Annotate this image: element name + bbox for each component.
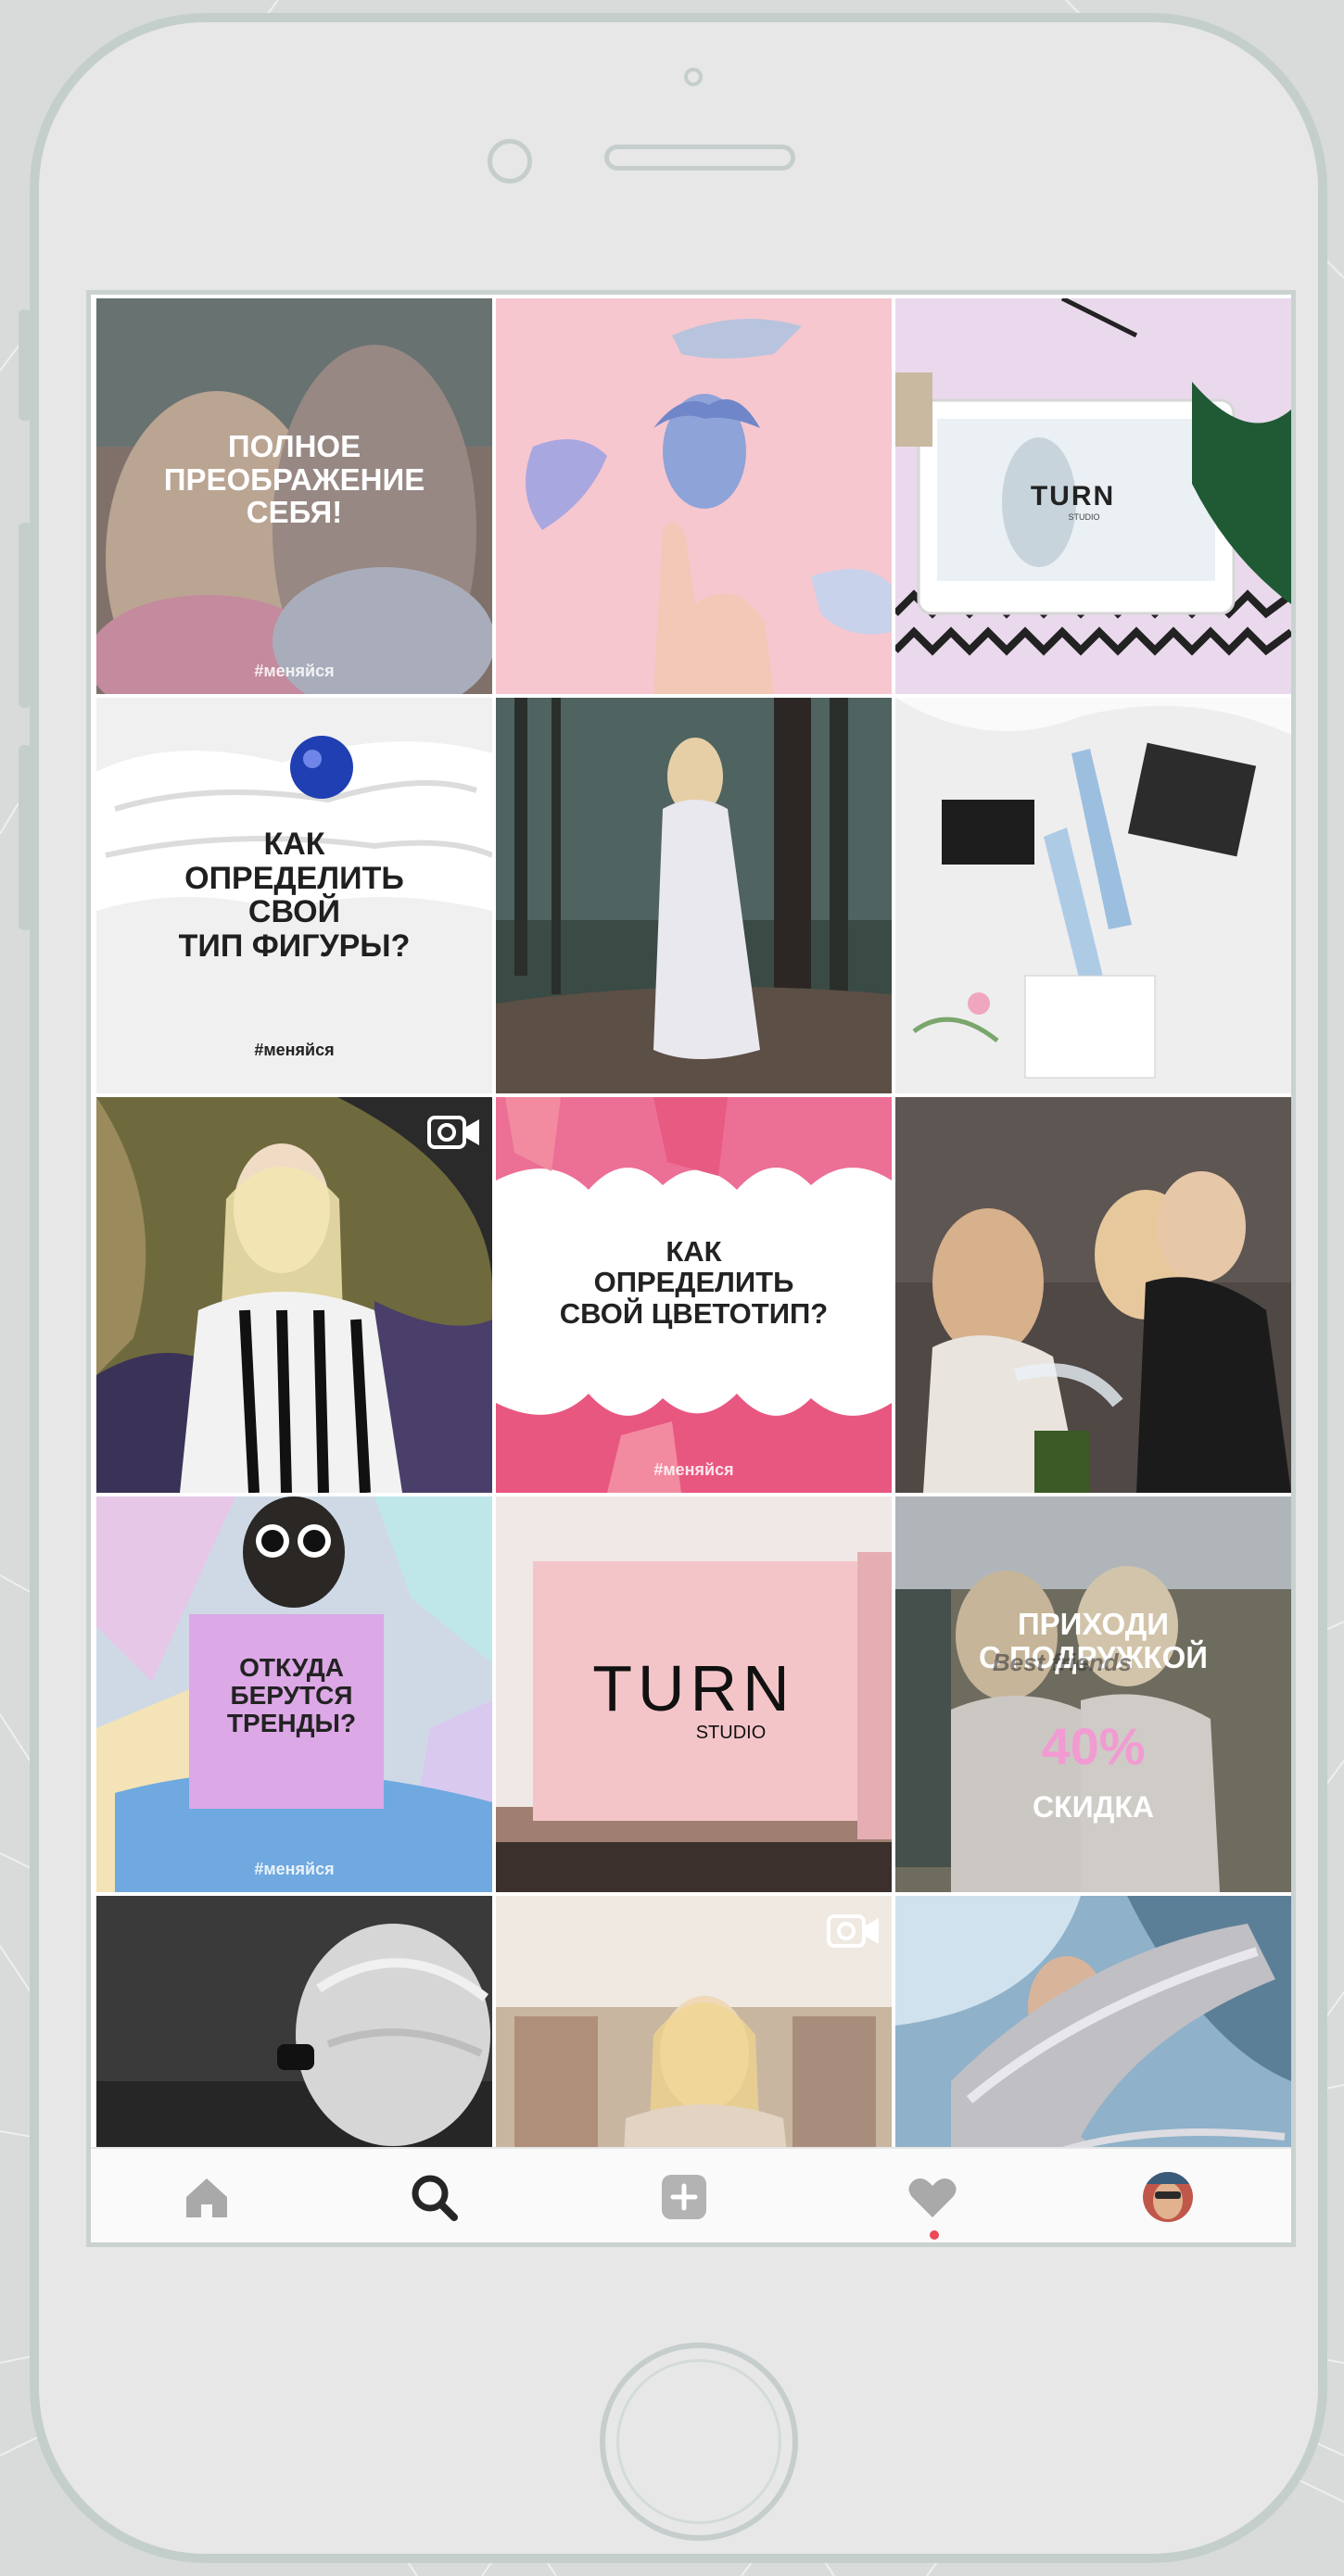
photo-grid-viewport[interactable]: ПОЛНОЕ ПРЕОБРАЖЕНИЕ СЕБЯ! #меняйся TURN … [91,295,1291,2153]
bottom-tab-bar [91,2147,1291,2242]
post-photo [895,1896,1291,2153]
post-tile[interactable]: TURN STUDIO [496,1496,892,1892]
post-tile[interactable]: КАК ОПРЕДЕЛИТЬ СВОЙ ТИП ФИГУРЫ? #меняйся [96,698,492,1093]
phone-side-button [19,309,32,421]
post-tile[interactable] [96,1097,492,1493]
phone-volume-down [19,745,32,930]
post-tile[interactable] [96,1896,492,2153]
post-tile[interactable]: ОТКУДА БЕРУТСЯ ТРЕНДЫ? #меняйся [96,1496,492,1892]
tab-home[interactable] [179,2169,235,2225]
post-photo [96,1896,492,2153]
post-logo: TURN [1030,481,1116,511]
home-button-ring [616,2359,781,2524]
post-tile[interactable] [496,1896,892,2153]
post-shirt-text: Best friends [992,1648,1133,1676]
post-caption: КАК ОПРЕДЕЛИТЬ СВОЙ ЦВЕТОТИП? [559,1235,829,1330]
home-icon [186,2178,227,2217]
video-icon [427,1116,479,1149]
post-tile[interactable] [895,1896,1291,2153]
post-photo [96,1097,492,1493]
post-caption: ПОЛНОЕ ПРЕОБРАЖЕНИЕ СЕБЯ! [163,429,425,530]
post-tile[interactable]: КАК ОПРЕДЕЛИТЬ СВОЙ ЦВЕТОТИП? #меняйся [496,1097,892,1493]
post-logo-sub: STUDIO [695,1723,767,1743]
post-caption: КАК ОПРЕДЕЛИТЬ СВОЙ ТИП ФИГУРЫ? [178,827,411,965]
add-post-icon [662,2175,706,2219]
earpiece-speaker [604,145,795,170]
front-camera [488,139,532,183]
post-photo [496,698,892,1093]
post-hashtag: #меняйся [254,1041,335,1059]
search-icon [412,2175,458,2221]
notification-dot [930,2230,939,2240]
post-photo [895,698,1291,1093]
video-icon [827,1914,879,1948]
post-tile[interactable] [496,298,892,694]
photo-grid: ПОЛНОЕ ПРЕОБРАЖЕНИЕ СЕБЯ! #меняйся TURN … [96,298,1291,2153]
post-tile[interactable]: ПОЛНОЕ ПРЕОБРАЖЕНИЕ СЕБЯ! #меняйся [96,298,492,694]
post-logo-sub: STUDIO [1068,512,1100,522]
post-hashtag: #меняйся [254,1860,335,1878]
post-photo [895,1097,1291,1493]
tab-activity[interactable] [905,2169,960,2240]
home-button[interactable] [600,2342,798,2541]
post-tile[interactable]: ПРИХОДИ С ПОДРУЖКОЙ Best friends 40% СКИ… [895,1496,1291,1892]
post-tile[interactable] [496,698,892,1093]
post-tile[interactable] [895,698,1291,1093]
profile-avatar [1143,2172,1193,2222]
post-logo: TURN [592,1652,795,1724]
phone-volume-up [19,523,32,708]
proximity-sensor [684,68,703,86]
post-tile[interactable] [895,1097,1291,1493]
tab-search[interactable] [406,2169,462,2225]
post-caption: ОТКУДА БЕРУТСЯ ТРЕНДЫ? [226,1653,357,1738]
post-photo [895,1496,1291,1892]
heart-icon [908,2178,957,2217]
post-photo [496,298,892,694]
tab-new-post[interactable] [656,2169,712,2225]
tab-profile[interactable] [1140,2169,1196,2225]
post-hashtag: #меняйся [653,1460,734,1479]
instagram-explore-screen: ПОЛНОЕ ПРЕОБРАЖЕНИЕ СЕБЯ! #меняйся TURN … [86,290,1296,2247]
discount-value: 40% [1041,1717,1146,1775]
post-tile[interactable]: TURN STUDIO [895,298,1291,694]
discount-label: СКИДКА [1032,1790,1155,1824]
post-hashtag: #меняйся [254,662,335,680]
